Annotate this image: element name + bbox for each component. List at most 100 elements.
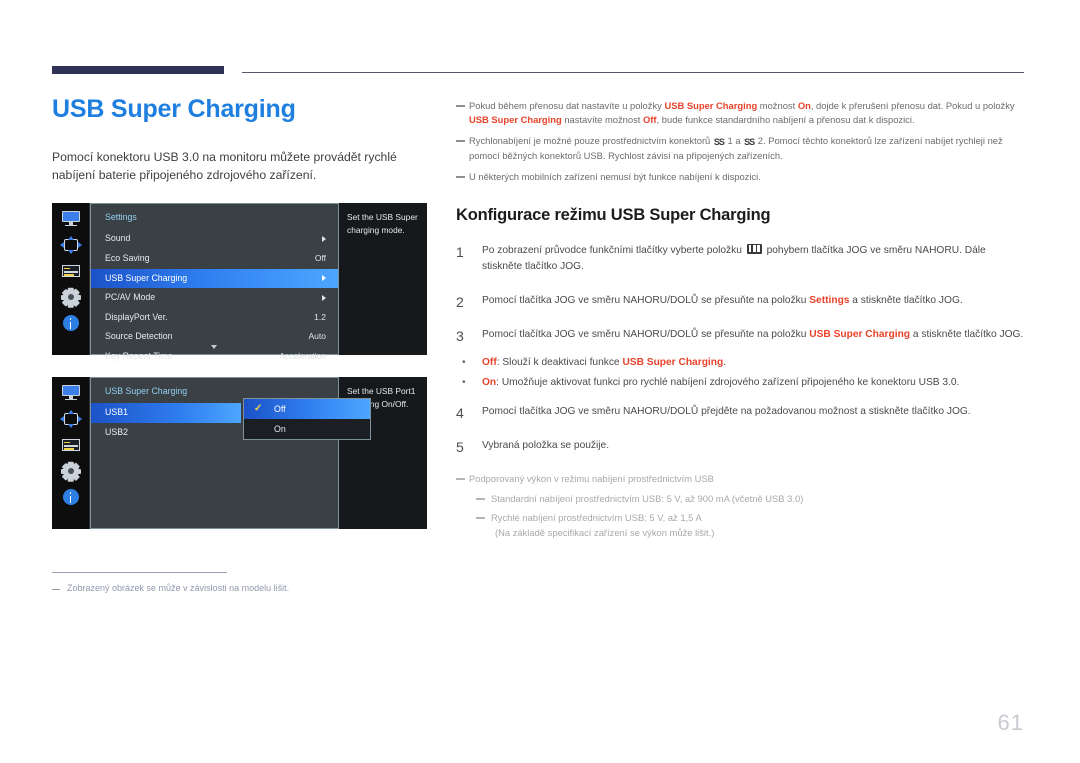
step-number: 3 [456,327,464,344]
monitor-icon[interactable] [60,385,82,401]
info-icon[interactable] [60,489,82,506]
instruction-step: 5 Vybraná položka se použije. [456,438,1028,455]
dpad-icon[interactable] [59,410,82,429]
supported-power-item: Standardní nabíjení prostřednictvím USB:… [476,492,1028,507]
header-rule-thick [52,66,224,74]
bullet-text: Off: Slouží k deaktivaci funkce USB Supe… [482,357,727,369]
osd-body-2: USB Super Charging USB1 USB2 ✓ Off On Set t… [90,377,427,530]
emphasis-text: Off [482,357,497,369]
option-bullet: • On: Umožňuje aktivovat funkci pro rychl… [456,375,1028,392]
notes-list: Pokud během přenosu dat nastavíte u polo… [456,99,1028,184]
step-text: Pomocí tlačítka JOG ve směru NAHORU/DOLŮ… [482,406,971,418]
supported-power-item: Rychlé nabíjení prostřednictvím USB: 5 V… [476,511,1028,540]
osd-icon-rail-2 [52,377,90,530]
osd-row-value: Off [314,252,326,263]
osd-menu-row[interactable]: Source Detection Auto [91,327,338,347]
footnote-divider [52,572,227,573]
osd-menu-row[interactable]: Sound [91,229,338,249]
usb-superspeed-icon: SS [744,136,755,147]
chevron-right-icon [322,275,326,282]
supported-power-subs: Standardní nabíjení prostřednictvím USB:… [456,492,1028,541]
steps-after-list: 4 Pomocí tlačítka JOG ve směru NAHORU/DOL… [456,404,1028,455]
chevron-down-icon[interactable] [210,345,217,350]
osd-row-label: Sound [105,233,131,244]
osd-icon-rail [52,203,90,356]
osd-option-row[interactable]: ✓ Off [244,399,370,420]
menu-icon [746,243,762,254]
emphasis-text: Off [643,114,657,126]
left-footnote-block: Zobrazený obrázek se může v závislosti n… [52,572,432,595]
step-number: 5 [456,439,464,456]
osd-menu-row[interactable]: Key Repeat Time Acceleration [91,347,338,367]
option-bullets: • Off: Slouží k deaktivaci funkce USB Sup… [456,355,1028,391]
instruction-step: 1 Po zobrazení průvodce funkčními tlačítk… [456,243,1028,276]
intro-paragraph: Pomocí konektoru USB 3.0 na monitoru můž… [52,149,397,183]
osd-body: Settings Sound Eco Saving Off USB Super Cha… [90,203,427,361]
step-text: Vybraná položka se použije. [482,440,610,452]
osd-option-label: Off [274,404,286,415]
dpad-icon[interactable] [59,236,82,255]
osd-screenshot-settings: Settings Sound Eco Saving Off USB Super Cha… [52,203,427,361]
instruction-step: 2 Pomocí tlačítka JOG ve směru NAHORU/DOL… [456,293,1028,310]
osd-menu-list: Settings Sound Eco Saving Off USB Super Cha… [90,203,339,361]
supported-power-heading: Podporovaný výkon v režimu nabíjení pros… [456,472,1028,487]
emphasis-text: USB Super Charging [469,114,562,126]
osd-menu-row[interactable]: DisplayPort Ver. 1.2 [91,308,338,328]
osd-option-label: On [274,424,286,435]
monitor-icon[interactable] [60,211,82,227]
supported-power-item-note: (Na základě specifikací zařízení se výko… [495,527,715,539]
bullet-text: On: Umožňuje aktivovat funkci pro rychlé… [482,376,960,388]
right-column: Pokud během přenosu dat nastavíte u polo… [456,99,1028,541]
step-number: 2 [456,293,464,310]
osd-row-value: Auto [308,331,327,342]
step-number: 4 [456,405,464,422]
info-note: Rychlonabíjení je možné pouze prostředni… [456,134,1028,164]
page-title: USB Super Charging [52,95,296,123]
steps-list: 1 Po zobrazení průvodce funkčními tlačítk… [456,243,1028,344]
usb-superspeed-icon: SS [713,136,725,147]
osd-menu-header: Settings [105,212,137,223]
osd-row-label: Eco Saving [105,252,150,263]
emphasis-text: USB Super Charging [622,357,724,369]
step-text: Pomocí tlačítka JOG ve směru NAHORU/DOLŮ… [482,294,963,306]
instruction-step: 4 Pomocí tlačítka JOG ve směru NAHORU/DOL… [456,404,1028,421]
header-rule-thin [242,72,1024,73]
osd-row-label: PC/AV Mode [105,292,156,303]
gear-icon[interactable] [60,463,82,480]
osd-port-item[interactable]: USB2 [91,423,241,443]
bullet-marker: • [462,357,466,369]
section-title: Konfigurace režimu USB Super Charging [456,205,771,224]
emphasis-text: On [797,100,811,111]
list-icon[interactable] [60,263,82,279]
osd-row-label: Source Detection [105,331,173,342]
osd-description-panel: Set the USB Super charging mode. [339,203,427,356]
osd-row-label: DisplayPort Ver. [105,311,168,322]
list-icon[interactable] [60,437,82,453]
step-number: 1 [456,243,464,260]
osd-row-label: USB Super Charging [105,272,188,283]
osd-option-row[interactable]: On [244,419,370,439]
bullet-marker: • [462,376,466,388]
osd-menu-row[interactable]: Eco Saving Off [91,249,338,269]
osd-menu-row[interactable]: PC/AV Mode [91,288,338,308]
osd-screenshot-usb-super-charging: USB Super Charging USB1 USB2 ✓ Off On Set t… [52,377,427,530]
info-note: U některých mobilních zařízení nemusí bý… [456,170,1028,184]
info-icon[interactable] [60,315,82,332]
osd-menu-list-2: USB Super Charging USB1 USB2 ✓ Off On [90,377,371,530]
chevron-right-icon [322,236,326,243]
emphasis-text: On [482,376,497,388]
header-rules [52,66,1024,76]
page-number: 61 [997,710,1024,735]
step-text: Po zobrazení průvodce funkčními tlačítky… [482,243,986,273]
osd-option-popup: ✓ Off On [243,398,371,441]
option-bullet: • Off: Slouží k deaktivaci funkce USB Sup… [456,355,1028,372]
instruction-step: 3 Pomocí tlačítka JOG ve směru NAHORU/DOL… [456,327,1028,344]
osd-port-item[interactable]: USB1 [91,403,241,423]
osd-row-value: 1.2 [314,311,326,322]
gear-icon[interactable] [60,289,82,306]
emphasis-text: Settings [809,294,850,306]
osd-menu-row[interactable]: USB Super Charging [91,268,338,289]
step-text: Pomocí tlačítka JOG ve směru NAHORU/DOLŮ… [482,328,1024,340]
check-icon: ✓ [254,403,263,415]
chevron-right-icon [322,294,326,301]
